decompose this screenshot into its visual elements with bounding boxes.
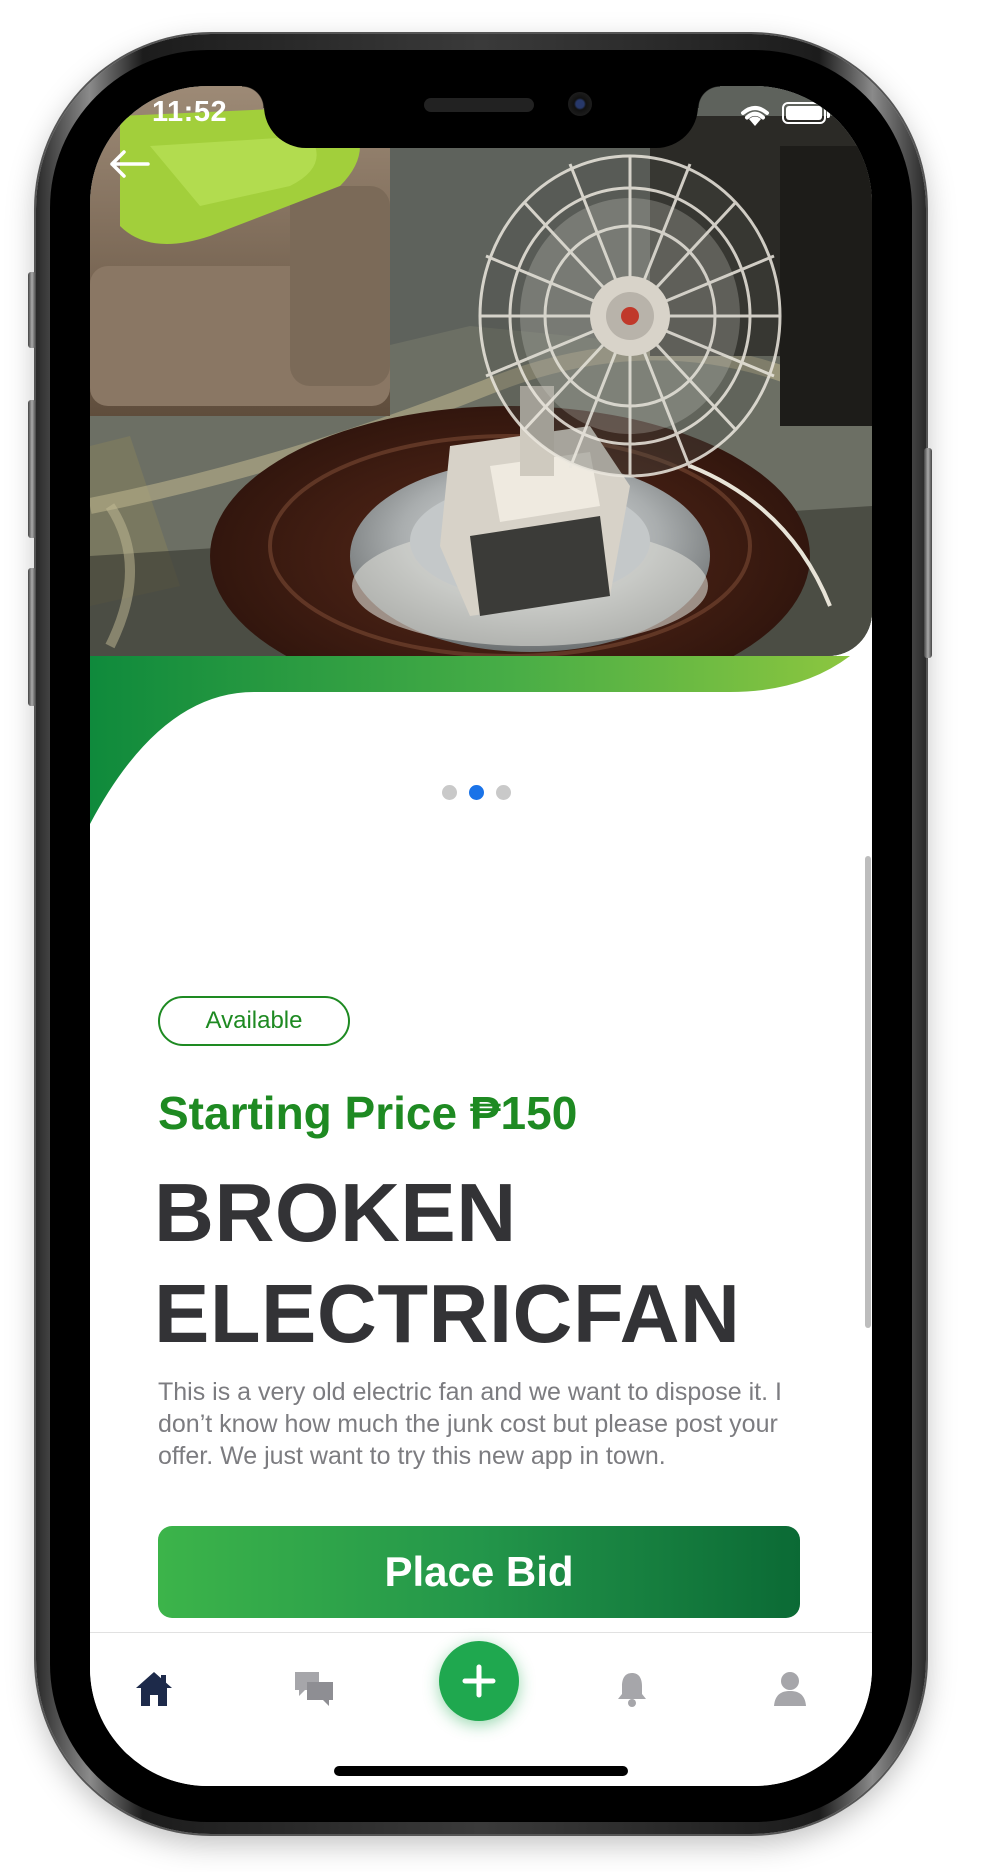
volume-down-button (28, 568, 36, 706)
tab-notifications[interactable] (600, 1663, 664, 1715)
status-badge: Available (158, 996, 350, 1046)
front-camera (568, 92, 592, 116)
screen: 11:52 Available Starting Price ₱150 BROK… (90, 86, 872, 1786)
scrollbar[interactable] (865, 856, 871, 1328)
tab-bar (90, 1632, 872, 1786)
bell-icon (618, 1673, 646, 1707)
user-icon (774, 1672, 806, 1706)
product-title: BROKEN ELECTRICFAN (154, 1166, 741, 1360)
carousel-dot-active[interactable] (469, 785, 484, 800)
product-description: This is a very old electric fan and we w… (158, 1378, 782, 1470)
status-time: 11:52 (152, 96, 228, 128)
carousel-dot[interactable] (496, 785, 511, 800)
battery-icon (782, 102, 830, 124)
volume-up-button (28, 400, 36, 538)
fan-photo-illustration (90, 86, 872, 656)
plus-icon (462, 1664, 496, 1698)
starting-price: Starting Price ₱150 (158, 1087, 578, 1139)
carousel-dots (442, 785, 511, 803)
tab-profile[interactable] (758, 1663, 822, 1715)
home-icon (136, 1672, 172, 1706)
silent-switch (28, 272, 36, 348)
place-bid-button[interactable]: Place Bid (158, 1526, 800, 1618)
arrow-left-icon (110, 150, 150, 178)
tab-chat[interactable] (282, 1663, 346, 1715)
notch (242, 86, 720, 148)
earpiece-speaker (424, 98, 534, 112)
power-button (924, 448, 932, 658)
tab-home[interactable] (122, 1663, 186, 1715)
product-photo[interactable] (90, 86, 872, 656)
chat-icon (295, 1672, 333, 1706)
carousel-dot[interactable] (442, 785, 457, 800)
wifi-icon (741, 106, 769, 126)
add-listing-button[interactable] (439, 1641, 519, 1721)
home-indicator (334, 1766, 628, 1776)
back-button[interactable] (104, 144, 154, 184)
